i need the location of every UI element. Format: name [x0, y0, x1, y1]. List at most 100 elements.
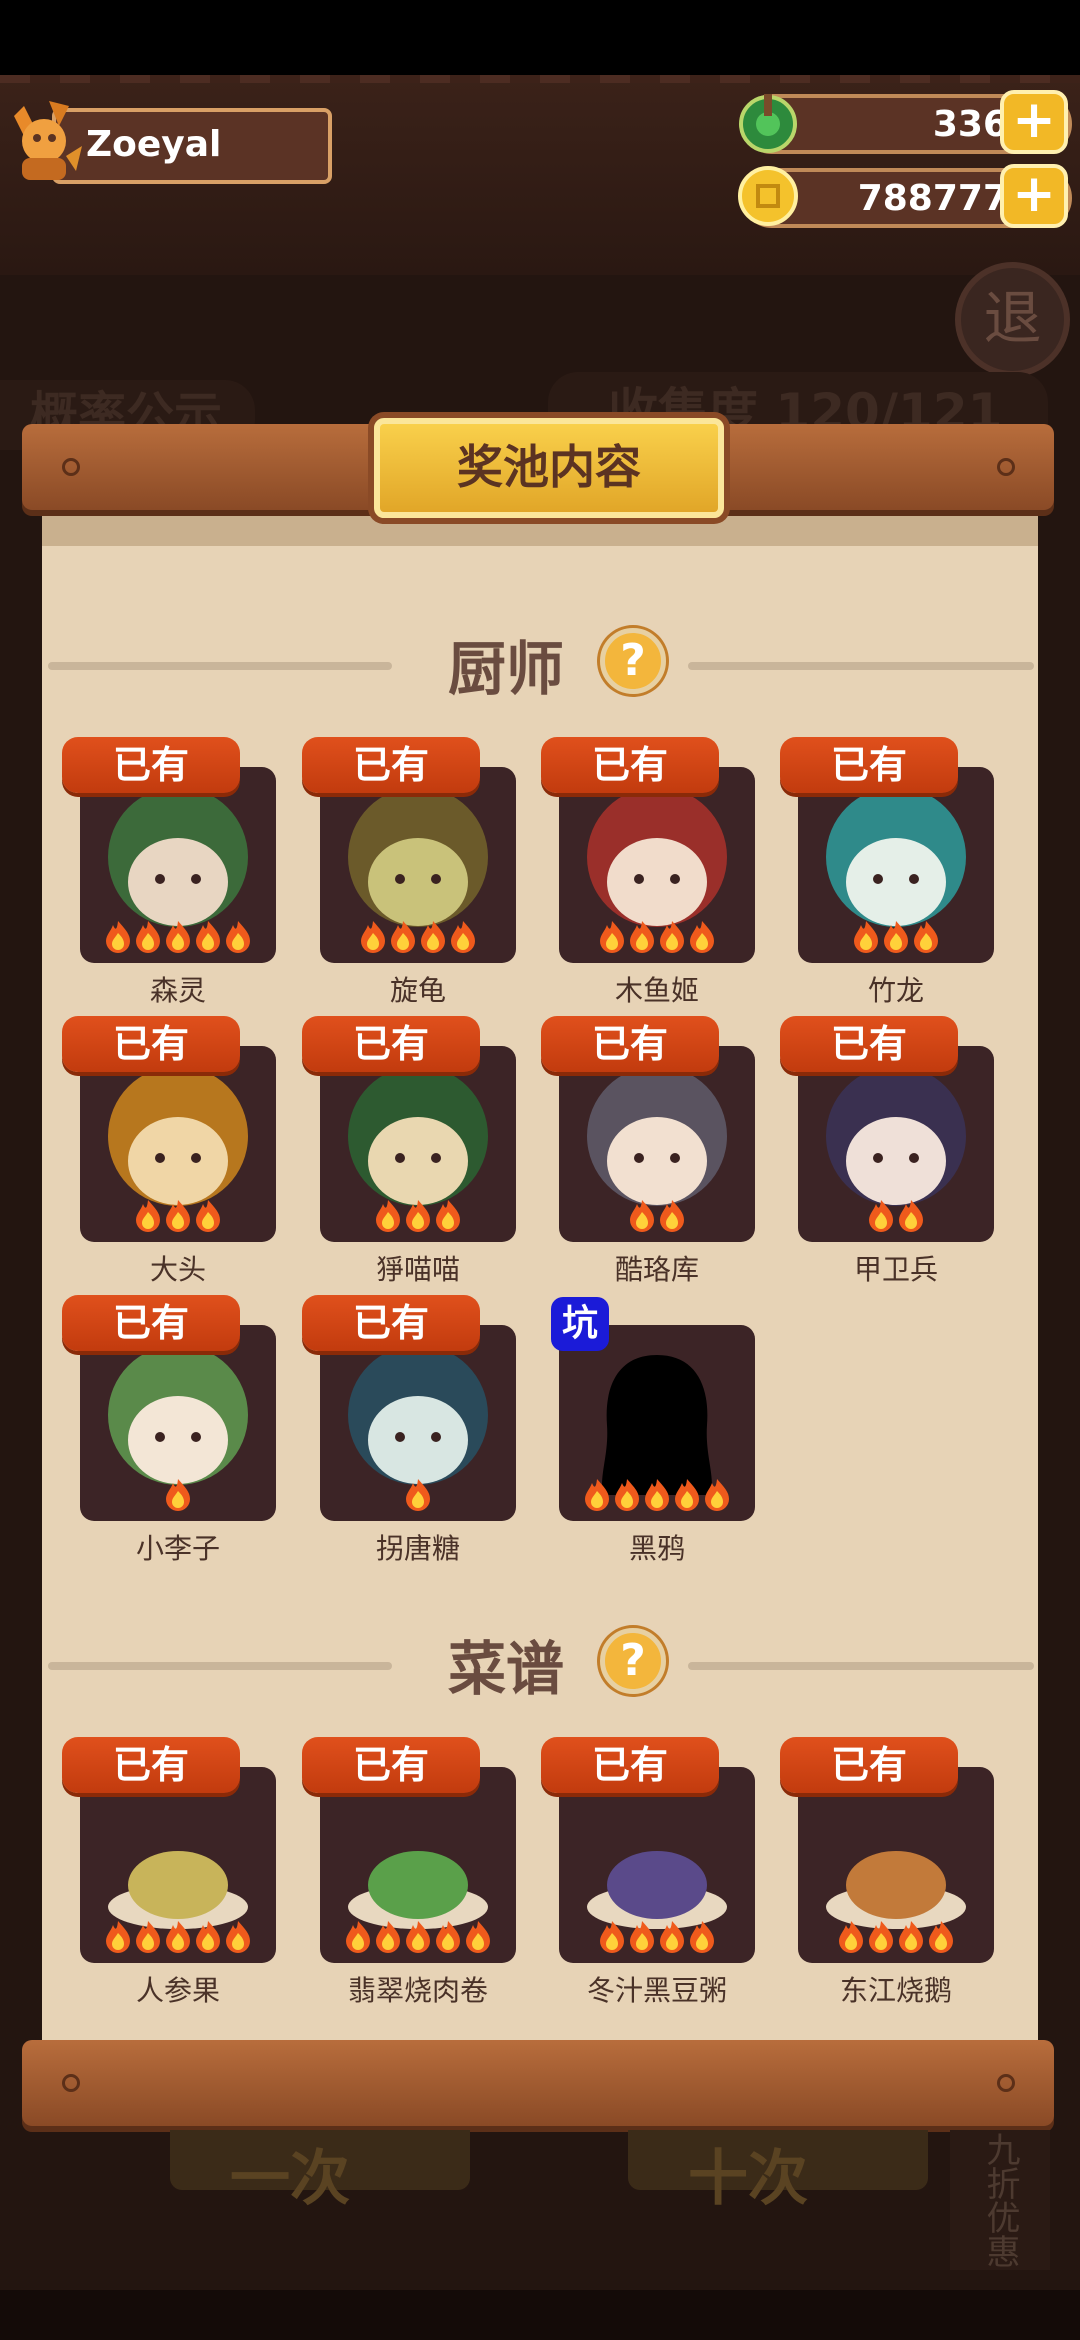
flame-icon: [660, 1921, 684, 1953]
ten-draw-button: 十次: [628, 2130, 928, 2214]
chef-name: 木鱼姬: [614, 974, 699, 1007]
flame-icon: [361, 921, 385, 953]
flame-icon: [166, 1479, 190, 1511]
flame-icon: [869, 1200, 893, 1232]
flame-icon: [705, 1479, 729, 1511]
recipe-name: 东江烧鹅: [839, 1974, 952, 2007]
recipe-card[interactable]: [798, 1767, 994, 1963]
flame-icon: [675, 1479, 699, 1511]
chef-name: 大头: [149, 1253, 206, 1286]
star-rating: [559, 1919, 755, 1959]
owned-badge: 已有: [541, 1737, 719, 1793]
single-draw-label: 一次: [230, 2144, 350, 2214]
star-rating: [320, 1919, 516, 1959]
coin-value: 788777: [857, 178, 1008, 219]
flame-icon: [406, 1921, 430, 1953]
flame-icon: [436, 1200, 460, 1232]
recipe-name: 翡翠烧肉卷: [347, 1974, 488, 2007]
recipes-help-button[interactable]: ?: [600, 1628, 666, 1694]
flame-icon: [660, 1200, 684, 1232]
star-rating: [559, 1198, 755, 1238]
flame-icon: [136, 1921, 160, 1953]
flame-icon: [106, 921, 130, 953]
star-rating: [320, 919, 516, 959]
recipe-name: 人参果: [135, 1974, 220, 2007]
chef-card[interactable]: [320, 1046, 516, 1242]
flame-icon: [346, 1921, 370, 1953]
panel-bottom-rod: [22, 2040, 1054, 2126]
exit-button[interactable]: 退: [955, 262, 1070, 377]
owned-badge: 已有: [780, 1737, 958, 1793]
flame-icon: [196, 1200, 220, 1232]
recipe-name: 冬汁黑豆粥: [586, 1974, 727, 2007]
chef-name: 森灵: [149, 974, 206, 1007]
flame-icon: [136, 921, 160, 953]
flame-icon: [899, 1200, 923, 1232]
chef-name: 酷珞库: [614, 1253, 699, 1286]
divider: [48, 662, 392, 670]
divider: [688, 1662, 1034, 1670]
flame-icon: [406, 1200, 430, 1232]
owned-badge: 已有: [780, 737, 958, 793]
chefs-section-title: 厨师: [448, 635, 565, 703]
chef-card[interactable]: [798, 767, 994, 963]
jade-icon: [739, 94, 797, 153]
star-rating: [80, 1919, 276, 1959]
flame-icon: [391, 921, 415, 953]
jade-value: 336: [932, 104, 1008, 145]
chef-card[interactable]: [80, 1046, 276, 1242]
chef-name: 甲卫兵: [853, 1253, 938, 1286]
star-rating: [798, 1198, 994, 1238]
flame-icon: [600, 1921, 624, 1953]
owned-badge: 已有: [302, 737, 480, 793]
chef-card[interactable]: [320, 1325, 516, 1521]
recipe-card[interactable]: [320, 1767, 516, 1963]
flame-icon: [600, 921, 624, 953]
nail-icon: [62, 2074, 80, 2092]
flame-icon: [436, 1921, 460, 1953]
flame-icon: [899, 1921, 923, 1953]
flame-icon: [421, 921, 445, 953]
flame-icon: [166, 1921, 190, 1953]
recipe-card[interactable]: [80, 1767, 276, 1963]
chef-card[interactable]: [320, 767, 516, 963]
player-avatar-icon[interactable]: [4, 96, 84, 186]
recipe-card[interactable]: [559, 1767, 755, 1963]
nail-icon: [997, 458, 1015, 476]
owned-badge: 已有: [302, 1016, 480, 1072]
divider: [48, 1662, 392, 1670]
add-coins-button[interactable]: +: [1000, 164, 1068, 228]
chef-card[interactable]: [80, 767, 276, 963]
bottom-edge: [0, 2290, 1080, 2340]
flame-icon: [196, 1921, 220, 1953]
chef-name: 黑鸦: [628, 1532, 685, 1565]
player-name-box[interactable]: Zoeyal: [52, 108, 332, 184]
owned-badge: 已有: [302, 1737, 480, 1793]
flame-icon: [869, 1921, 893, 1953]
flame-icon: [630, 921, 654, 953]
flame-icon: [914, 921, 938, 953]
pit-badge: 坑: [551, 1297, 609, 1351]
star-rating: [320, 1477, 516, 1517]
chef-card[interactable]: [798, 1046, 994, 1242]
chefs-help-button[interactable]: ?: [600, 628, 666, 694]
star-rating: [80, 919, 276, 959]
flame-icon: [226, 921, 250, 953]
chef-card[interactable]: [559, 767, 755, 963]
chef-name: 小李子: [135, 1532, 220, 1565]
owned-badge: 已有: [541, 737, 719, 793]
chef-card[interactable]: [559, 1046, 755, 1242]
add-jade-button[interactable]: +: [1000, 90, 1068, 154]
flame-icon: [166, 921, 190, 953]
flame-icon: [106, 1921, 130, 1953]
flame-icon: [376, 1921, 400, 1953]
chef-card[interactable]: [80, 1325, 276, 1521]
nail-icon: [997, 2074, 1015, 2092]
chef-card[interactable]: [559, 1325, 755, 1521]
star-rating: [559, 919, 755, 959]
chef-name: 竹龙: [867, 974, 924, 1007]
single-draw-button: 一次: [170, 2130, 470, 2214]
star-rating: [798, 1919, 994, 1959]
flame-icon: [660, 921, 684, 953]
flame-icon: [884, 921, 908, 953]
